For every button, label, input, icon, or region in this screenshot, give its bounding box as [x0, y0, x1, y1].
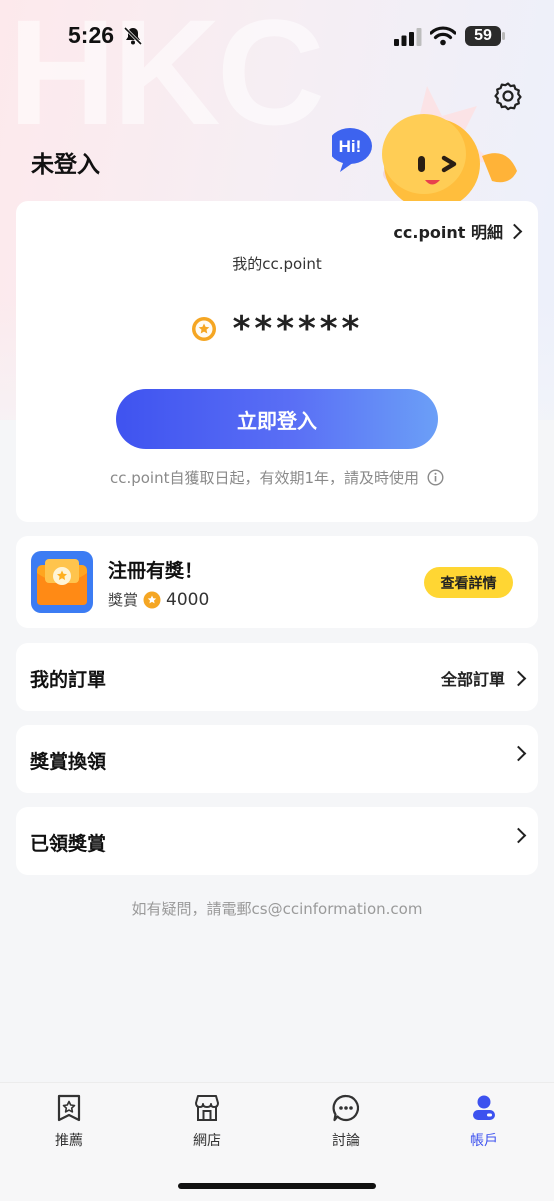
row-claimed-rewards[interactable]: 已領獎賞: [16, 807, 538, 875]
row-my-orders[interactable]: 我的訂單 全部訂單: [16, 643, 538, 711]
reward-sub-label: 獎賞: [108, 591, 139, 609]
login-button[interactable]: 立即登入: [116, 389, 438, 449]
points-validity-note: cc.point自獲取日起，有效期1年，請及時使用: [16, 467, 538, 488]
star-bookmark-icon: [57, 1094, 81, 1122]
row-title: 已領獎賞: [30, 833, 107, 855]
row-chevron: [510, 745, 527, 762]
cellular-signal-icon: [394, 28, 422, 46]
chevron-right-icon: [510, 745, 527, 762]
mascot-bubble-text: Hi!: [339, 137, 362, 156]
row-title: 獎賞換領: [30, 751, 107, 773]
status-bar: 5:26 59: [0, 0, 554, 76]
row-reward-redeem[interactable]: 獎賞換領: [16, 725, 538, 793]
reward-title: 注冊有獎！: [108, 560, 204, 582]
all-orders-link[interactable]: 全部訂單: [440, 666, 527, 690]
store-icon: [195, 1095, 219, 1121]
tab-recommend[interactable]: 推薦: [29, 1093, 109, 1150]
mascot-illustration: Hi!: [332, 86, 517, 210]
tab-account[interactable]: 帳戶: [444, 1093, 524, 1150]
points-card: cc.point 明細 我的cc.point ****** 立即登入 cc.po…: [16, 201, 538, 522]
points-label: 我的cc.point: [232, 255, 322, 273]
bell-slash-icon: [123, 26, 143, 46]
home-indicator: [178, 1183, 376, 1189]
page-title: 未登入: [31, 152, 100, 178]
coin-icon: [191, 317, 216, 341]
battery-level: 59: [474, 27, 492, 44]
gift-envelope-icon: [31, 551, 93, 613]
row-chevron: [510, 827, 527, 844]
tab-label: 推薦: [55, 1133, 83, 1149]
chat-bubble-icon: [332, 1094, 360, 1122]
tab-shop[interactable]: 網店: [167, 1093, 247, 1150]
tab-discussion[interactable]: 討論: [306, 1093, 386, 1150]
register-reward-card[interactable]: 注冊有獎！ 獎賞 4000 查看詳情: [16, 536, 538, 628]
battery-indicator: 59: [465, 26, 505, 46]
chevron-right-icon: [510, 827, 527, 844]
reward-amount: 4000: [166, 589, 210, 610]
view-details-button[interactable]: 查看詳情: [424, 567, 513, 598]
tab-label: 帳戶: [470, 1133, 498, 1149]
coin-icon: [143, 591, 161, 608]
info-icon[interactable]: [427, 469, 444, 486]
reward-subline: 獎賞 4000: [108, 589, 209, 610]
row-title: 我的訂單: [30, 669, 107, 691]
points-validity-text: cc.point自獲取日起，有效期1年，請及時使用: [109, 469, 420, 487]
tab-label: 討論: [332, 1133, 360, 1149]
tab-label: 網店: [193, 1133, 221, 1149]
points-detail-label: cc.point 明細: [393, 223, 503, 242]
points-detail-link[interactable]: cc.point 明細: [393, 219, 523, 243]
chevron-right-icon: [510, 670, 527, 686]
status-time: 5:26: [68, 22, 115, 48]
points-masked-value: ******: [232, 309, 364, 349]
chevron-right-icon: [506, 223, 523, 239]
contact-note: 如有疑問，請電郵cs@ccinformation.com: [131, 900, 423, 918]
account-icon: [473, 1095, 495, 1120]
wifi-icon: [430, 26, 456, 46]
points-value-row: ******: [16, 309, 538, 349]
all-orders-label: 全部訂單: [440, 670, 505, 689]
